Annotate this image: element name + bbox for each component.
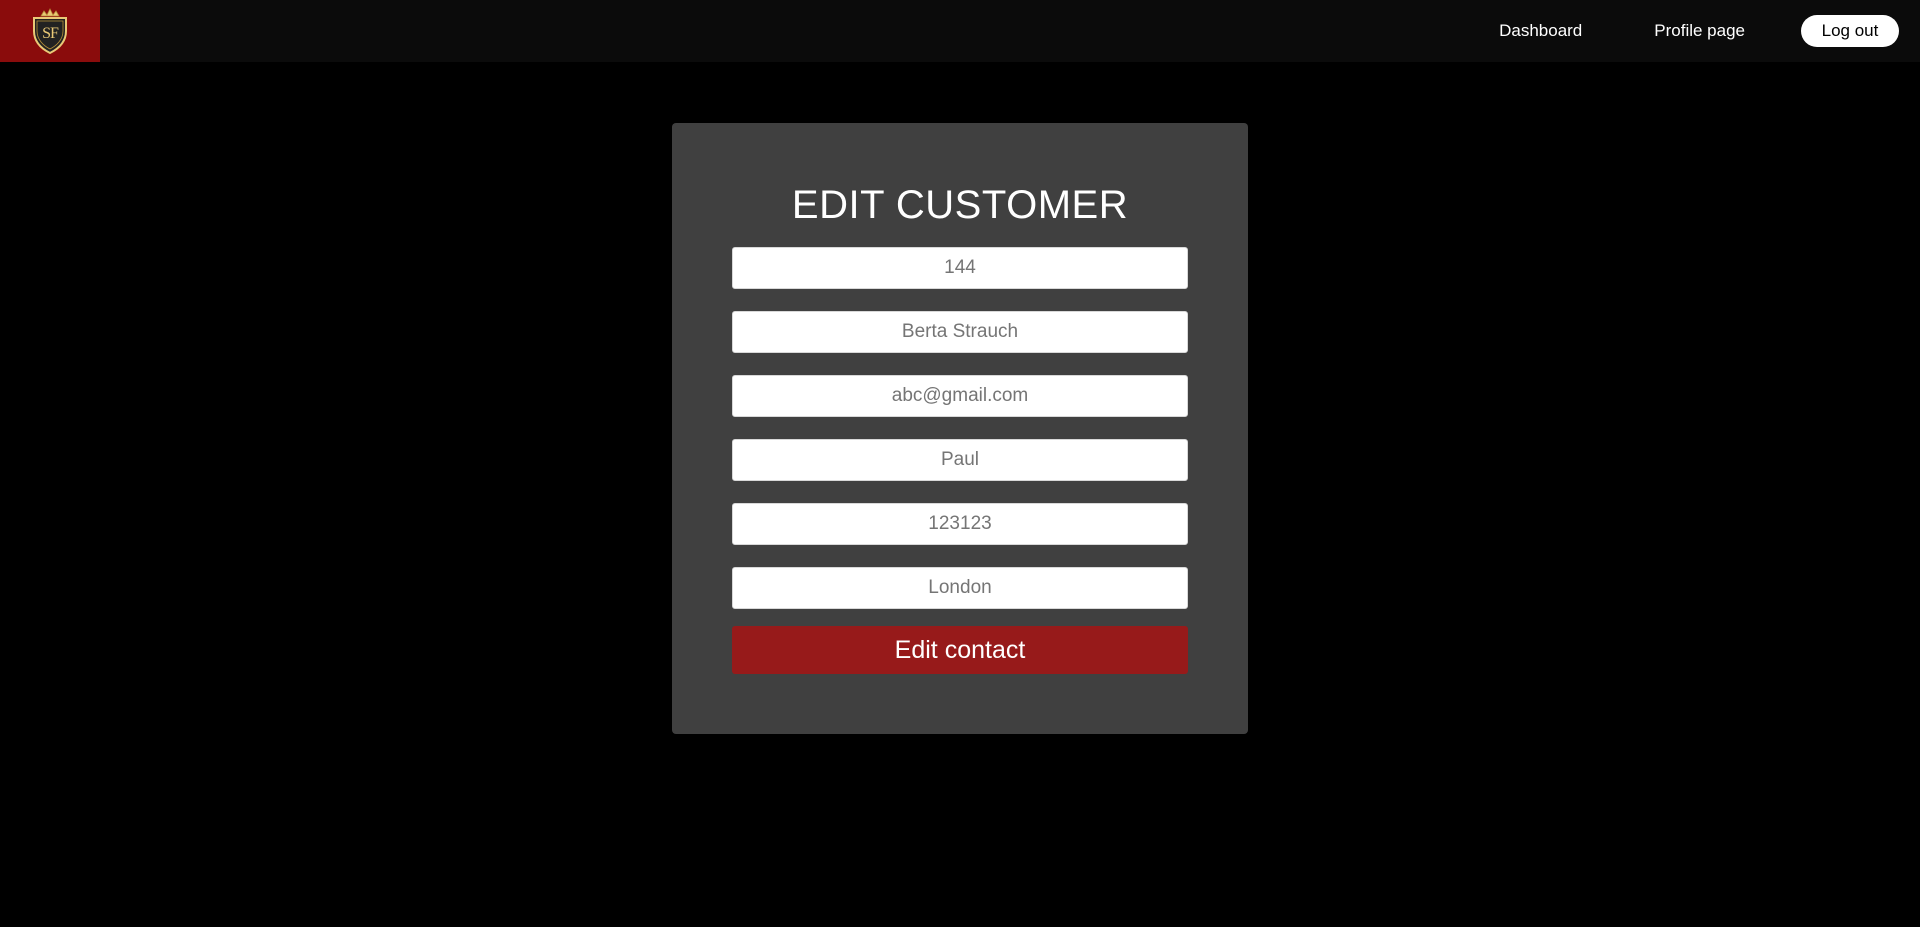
shield-crest-icon [33,8,67,55]
nav-links: Dashboard Profile page Log out [1499,0,1920,62]
brand-logo[interactable]: SF [0,0,100,62]
customer-contact-name-field[interactable] [732,439,1188,481]
customer-id-field[interactable] [732,247,1188,289]
edit-customer-card: EDIT CUSTOMER Edit contact [672,123,1248,734]
customer-name-field[interactable] [732,311,1188,353]
customer-email-field[interactable] [732,375,1188,417]
page-title: EDIT CUSTOMER [791,183,1129,227]
logout-button[interactable]: Log out [1801,15,1899,47]
top-navbar: SF Dashboard Profile page Log out [0,0,1920,62]
customer-phone-field[interactable] [732,503,1188,545]
nav-link-profile-page[interactable]: Profile page [1654,21,1745,41]
nav-link-dashboard[interactable]: Dashboard [1499,21,1582,41]
customer-city-field[interactable] [732,567,1188,609]
edit-contact-button[interactable]: Edit contact [732,626,1188,674]
